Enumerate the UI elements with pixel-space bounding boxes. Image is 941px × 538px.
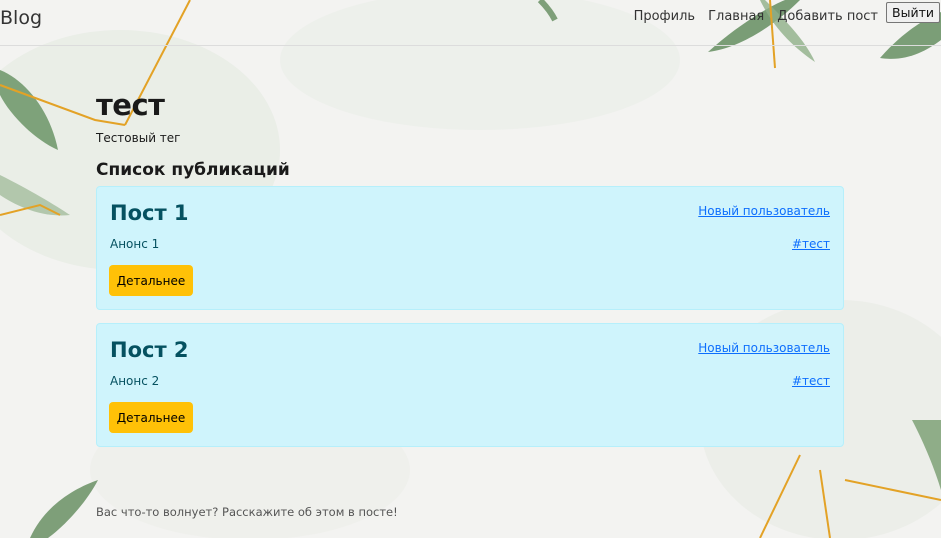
tag-title: тест xyxy=(96,88,165,122)
nav-links: Профиль Главная Добавить пост xyxy=(634,9,878,24)
post-tag-link[interactable]: #тест xyxy=(792,374,830,388)
posts-list-heading: Список публикаций xyxy=(96,160,290,180)
footer-text: Вас что-то волнует? Расскажите об этом в… xyxy=(96,505,398,519)
logout-button[interactable]: Выйти xyxy=(886,2,940,23)
post-announce: Анонс 1 xyxy=(110,237,160,251)
brand-link[interactable]: Blog xyxy=(0,7,42,29)
post-card: Пост 1 Анонс 1 Новый пользователь #тест … xyxy=(96,186,844,310)
post-author-link[interactable]: Новый пользователь xyxy=(698,204,830,218)
post-title: Пост 2 xyxy=(110,338,189,362)
post-tag-link[interactable]: #тест xyxy=(792,237,830,251)
post-author-link[interactable]: Новый пользователь xyxy=(698,341,830,355)
post-announce: Анонс 2 xyxy=(110,374,160,388)
nav-link-profile[interactable]: Профиль xyxy=(634,9,696,24)
tag-description: Тестовый тег xyxy=(96,131,181,145)
nav-link-home[interactable]: Главная xyxy=(708,9,764,24)
post-title: Пост 1 xyxy=(110,201,189,225)
nav-link-add-post[interactable]: Добавить пост xyxy=(777,9,878,24)
main-content: тест Тестовый тег Список публикаций Пост… xyxy=(96,88,844,447)
top-navbar: Blog Профиль Главная Добавить пост Выйти xyxy=(0,0,941,46)
details-button[interactable]: Детальнее xyxy=(109,402,193,433)
post-card: Пост 2 Анонс 2 Новый пользователь #тест … xyxy=(96,323,844,447)
details-button[interactable]: Детальнее xyxy=(109,265,193,296)
